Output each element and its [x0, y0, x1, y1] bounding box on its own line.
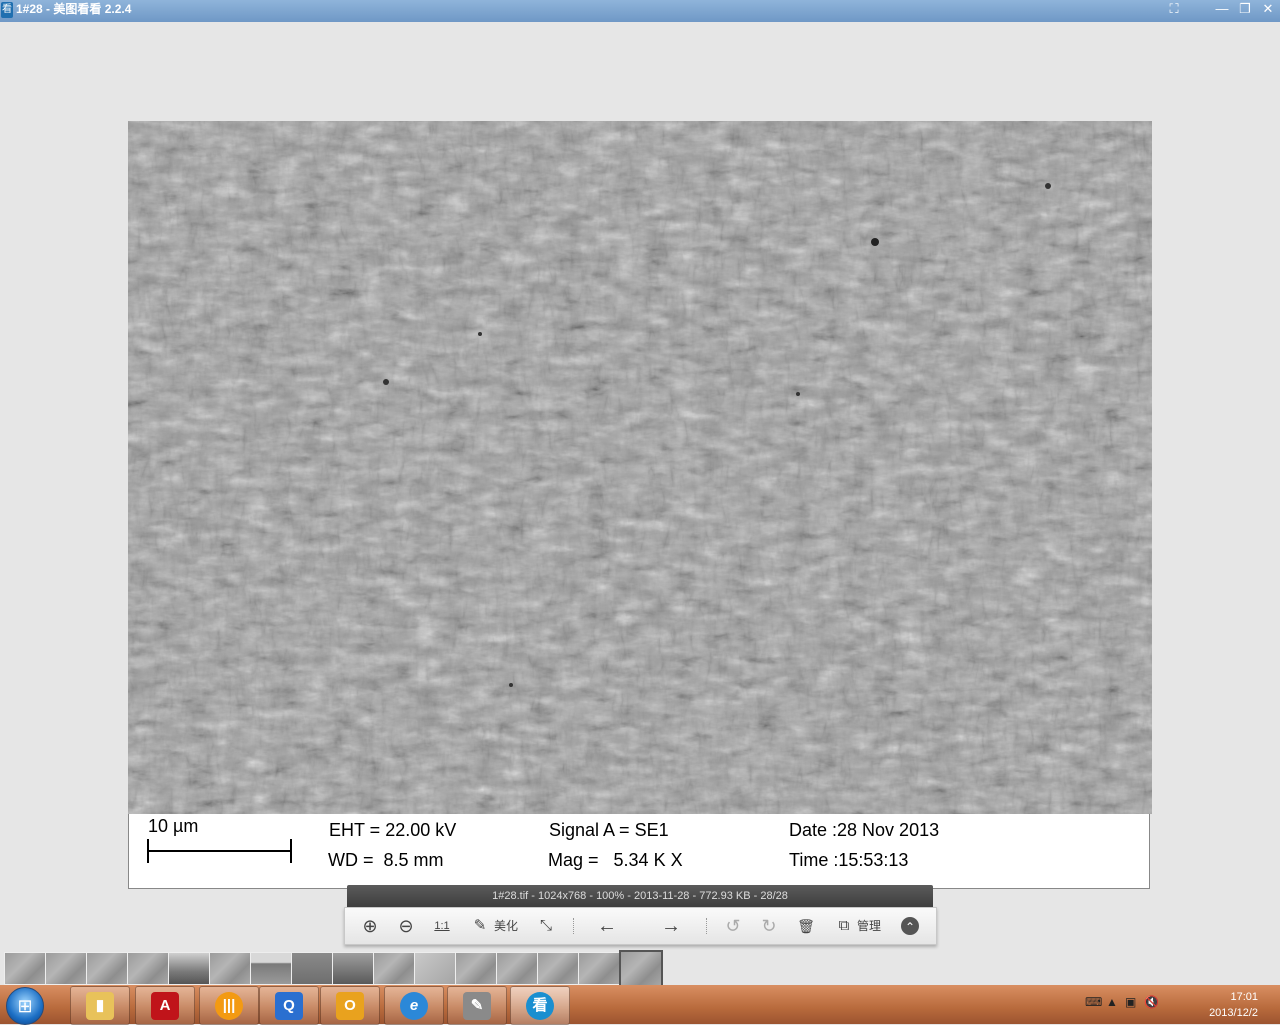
thumbnail[interactable] — [209, 952, 251, 985]
toolbar-separator — [706, 918, 708, 934]
scale-bar-tick-left — [147, 839, 149, 863]
date-value: Date :28 Nov 2013 — [789, 820, 940, 840]
taskbar-button-paint[interactable]: ✎ — [447, 986, 507, 1025]
wd-value: WD = 8.5 mm — [328, 850, 444, 870]
fit-window-icon[interactable]: ⤡ — [535, 915, 557, 937]
thumbnail[interactable] — [86, 952, 128, 985]
delete-icon[interactable]: 🗑 — [796, 915, 816, 937]
taskbar-button-internet-explorer[interactable]: e — [384, 986, 444, 1025]
beautify-button[interactable]: 美化 — [491, 915, 521, 937]
system-tray: ⌨ ▲ ▣ 🔇 17:01 2013/12/2 — [1080, 985, 1280, 1024]
close-icon[interactable]: ✕ — [1258, 0, 1278, 18]
app-icon: ||| — [215, 992, 243, 1020]
rotate-right-icon[interactable]: ↻ — [759, 915, 779, 937]
zoom-out-icon[interactable]: ⊖ — [395, 915, 417, 937]
zoom-in-icon[interactable]: ⊕ — [359, 915, 381, 937]
clock[interactable]: 17:01 2013/12/2 — [1209, 989, 1258, 1021]
thumbnail[interactable] — [537, 952, 579, 985]
collapse-toolbar-icon[interactable]: ⌃ — [901, 917, 919, 935]
meitu-viewer-icon: 看 — [526, 992, 554, 1020]
fullscreen-icon[interactable]: ⛶ — [1164, 0, 1184, 18]
time-value: Time :15:53:13 — [789, 850, 909, 870]
keyboard-icon[interactable]: ⌨ — [1085, 995, 1102, 1009]
next-arrow-icon[interactable]: → — [659, 915, 683, 937]
manage-icon[interactable]: ⧉ — [835, 915, 853, 937]
previous-arrow-icon[interactable]: ← — [595, 915, 619, 937]
actual-size-button[interactable]: 1:1 — [431, 915, 453, 937]
start-button[interactable]: ⊞ — [6, 987, 44, 1025]
network-icon[interactable]: ▣ — [1125, 995, 1136, 1009]
chevron-up-icon[interactable]: ▲ — [1106, 995, 1118, 1009]
taskbar-button-app[interactable]: ||| — [199, 986, 259, 1025]
folder-icon: ▮ — [86, 992, 114, 1020]
scale-bar-label: 10 µm — [148, 816, 199, 836]
taskbar-button-meitu-viewer[interactable]: 看 — [510, 986, 570, 1025]
windows-taskbar: ⊞ ▮ A ||| Q O e ✎ 看 ⌨ ▲ ▣ 🔇 17:01 2013/1… — [0, 985, 1280, 1025]
clock-time: 17:01 — [1230, 991, 1258, 1003]
title-bar: 看 1#28 - 美图看看 2.2.4 ⛶ — ❐ ✕ — [0, 0, 1280, 22]
rotate-left-icon[interactable]: ↺ — [723, 915, 743, 937]
scale-bar-tick-right — [290, 839, 292, 863]
thumbnail[interactable] — [496, 952, 538, 985]
scale-bar — [148, 850, 291, 852]
clock-date: 2013/12/2 — [1209, 1007, 1258, 1019]
taskbar-button-outlook[interactable]: O — [320, 986, 380, 1025]
sem-info-bar: 10 µm EHT = 22.00 kV WD = 8.5 mm Signal … — [128, 814, 1150, 889]
chat-icon: Q — [275, 992, 303, 1020]
thumbnail[interactable] — [45, 952, 87, 985]
manage-button[interactable]: 管理 — [854, 915, 884, 937]
paint-icon: ✎ — [463, 992, 491, 1020]
sem-micrograph-image[interactable] — [128, 121, 1152, 814]
outlook-icon: O — [336, 992, 364, 1020]
thumbnail[interactable] — [127, 952, 169, 985]
eht-value: EHT = 22.00 kV — [329, 820, 457, 840]
volume-muted-icon[interactable]: 🔇 — [1144, 995, 1159, 1009]
beautify-icon[interactable]: ✎ — [470, 915, 490, 937]
thumbnail-current[interactable] — [619, 950, 663, 987]
taskbar-button-explorer[interactable]: ▮ — [70, 986, 130, 1025]
taskbar-button-app[interactable]: Q — [259, 986, 319, 1025]
viewer-toolbar: ⊕ ⊖ 1:1 ✎ 美化 ⤡ ← → ↺ ↻ 🗑 ⧉ 管理 ⌃ — [344, 907, 937, 945]
thumbnail[interactable] — [414, 952, 456, 985]
thumbnail[interactable] — [578, 952, 620, 985]
acrobat-icon: A — [151, 992, 179, 1020]
thumbnail[interactable] — [4, 952, 46, 985]
internet-explorer-icon: e — [400, 992, 428, 1020]
thumbnail[interactable] — [455, 952, 497, 985]
window-title: 1#28 - 美图看看 2.2.4 — [16, 2, 132, 16]
signal-value: Signal A = SE1 — [549, 820, 669, 840]
mag-value: Mag = 5.34 K X — [548, 850, 683, 870]
thumbnail[interactable] — [291, 952, 333, 985]
thumbnail[interactable] — [373, 952, 415, 985]
thumbnail[interactable] — [250, 952, 292, 985]
restore-icon[interactable]: ❐ — [1235, 0, 1255, 18]
thumbnail-strip — [0, 949, 1280, 987]
taskbar-button-acrobat[interactable]: A — [135, 986, 195, 1025]
minimize-icon[interactable]: — — [1212, 0, 1232, 18]
thumbnail[interactable] — [332, 952, 374, 985]
app-icon: 看 — [1, 2, 13, 18]
file-info-strip: 1#28.tif - 1024x768 - 100% - 2013-11-28 … — [347, 885, 933, 907]
toolbar-separator — [573, 918, 575, 934]
thumbnail[interactable] — [168, 952, 210, 985]
